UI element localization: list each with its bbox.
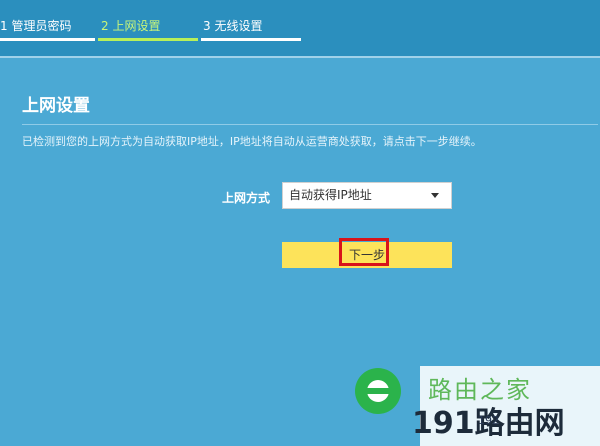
step-wireless-settings: 3 无线设置	[203, 19, 263, 33]
connection-type-select[interactable]: 自动获得IP地址	[282, 182, 452, 209]
page-description: 已检测到您的上网方式为自动获取IP地址，IP地址将自动从运营商处获取，请点击下一…	[22, 135, 482, 148]
step-header	[0, 0, 600, 56]
step-admin-password: 1 管理员密码	[0, 19, 72, 33]
watermark-text-3: 192	[478, 414, 499, 427]
connection-type-value: 自动获得IP地址	[289, 188, 372, 202]
connection-type-label: 上网方式	[222, 191, 271, 205]
step-internet-settings: 2 上网设置	[101, 19, 161, 33]
next-button-highlight	[339, 238, 389, 266]
dropdown-arrow-icon	[431, 193, 439, 198]
header-divider	[0, 56, 600, 58]
page-title: 上网设置	[22, 96, 90, 116]
step-progress-3	[201, 38, 301, 41]
step-progress-1	[0, 38, 95, 41]
title-divider	[22, 124, 598, 125]
watermark-logo-bar	[367, 388, 397, 394]
step-progress-2	[98, 38, 198, 41]
